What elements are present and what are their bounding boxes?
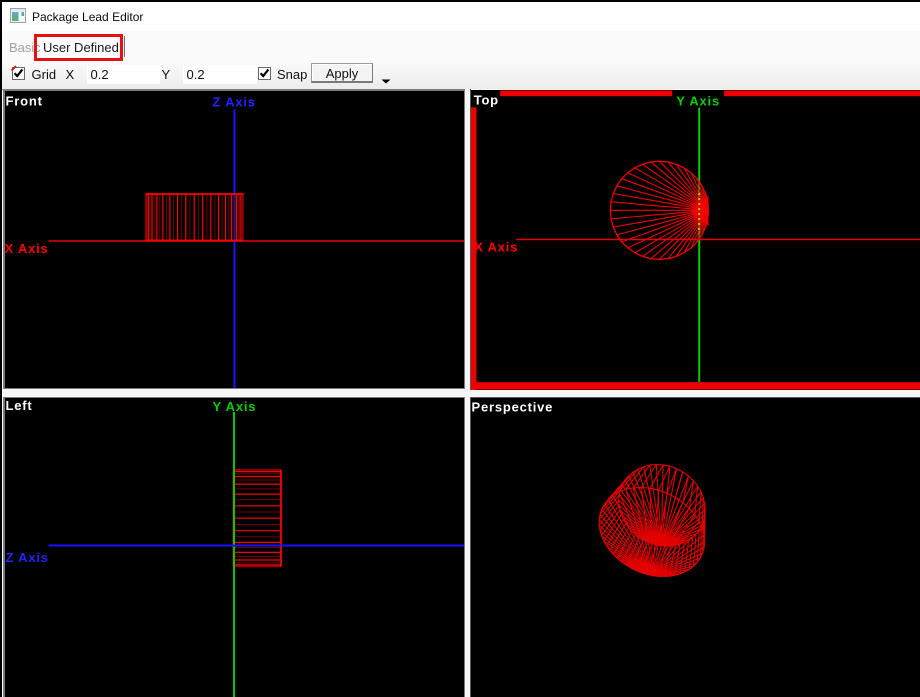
svg-text:Z Axis: Z Axis — [212, 94, 255, 109]
svg-text:Y Axis: Y Axis — [676, 94, 720, 109]
svg-text:Z Axis: Z Axis — [5, 550, 48, 565]
svg-text:X Axis: X Axis — [474, 239, 518, 254]
svg-text:Y Axis: Y Axis — [212, 399, 256, 414]
svg-text:Top: Top — [473, 93, 498, 108]
svg-text:Left: Left — [5, 398, 32, 413]
svg-text:X Axis: X Axis — [5, 241, 49, 256]
svg-text:Perspective: Perspective — [471, 399, 553, 414]
svg-text:Front: Front — [5, 93, 42, 108]
